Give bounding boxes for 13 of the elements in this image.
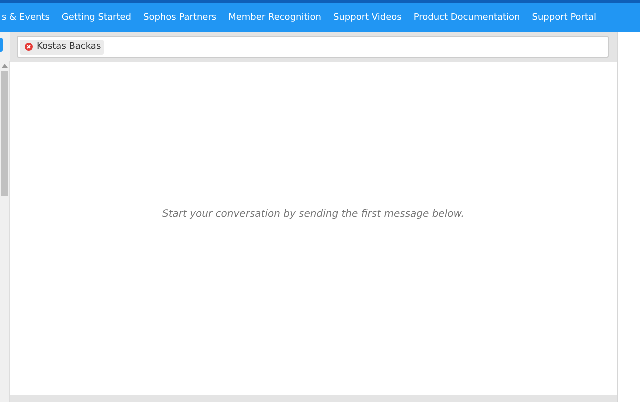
nav-link[interactable]: Product Documentation — [414, 12, 520, 22]
nav-link[interactable]: Support Portal — [532, 12, 597, 22]
scroll-up-icon[interactable] — [1, 63, 9, 69]
recipient-field[interactable]: Kostas Backas — [17, 36, 609, 58]
empty-message: Start your conversation by sending the first message below. — [162, 209, 464, 220]
nav-link[interactable]: s & Events — [2, 12, 50, 22]
nav-link[interactable]: Support Videos — [333, 12, 402, 22]
nav-link[interactable]: Member Recognition — [228, 12, 322, 22]
recipient-name: Kostas Backas — [37, 42, 102, 52]
remove-icon[interactable] — [25, 43, 33, 51]
nav-link[interactable]: Getting Started — [62, 12, 132, 22]
nav-link[interactable]: Sophos Partners — [144, 12, 217, 22]
side-tab[interactable] — [0, 38, 3, 52]
